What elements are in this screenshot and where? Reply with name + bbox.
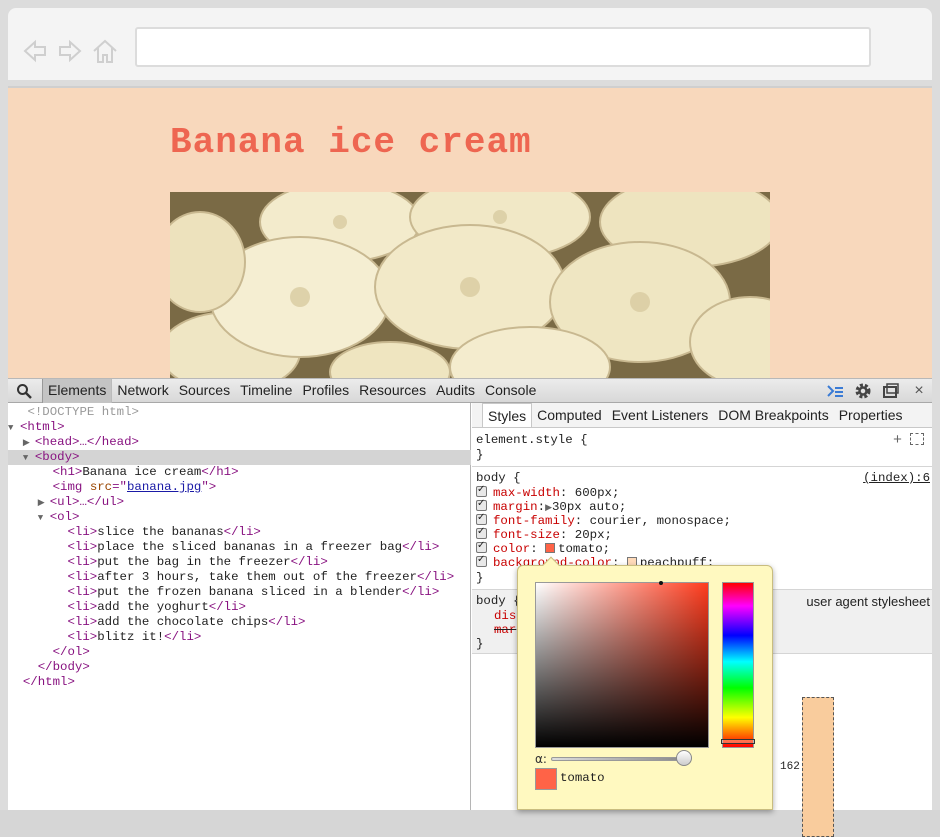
- tab-audits[interactable]: Audits: [431, 379, 480, 403]
- settings-gear-icon[interactable]: [854, 382, 872, 400]
- devtools-actions: ×: [826, 382, 928, 400]
- tab-console[interactable]: Console: [480, 379, 541, 403]
- console-drawer-icon[interactable]: [826, 382, 844, 400]
- rule-close-brace: }: [476, 637, 484, 651]
- hue-slider[interactable]: [721, 582, 755, 748]
- style-property[interactable]: font-family: courier, monospace;: [476, 512, 731, 528]
- rule-close-brace: }: [476, 571, 484, 585]
- add-rule-icon[interactable]: +: [893, 432, 902, 449]
- li-node[interactable]: <li>place the sliced bananas in a freeze…: [8, 540, 471, 555]
- close-icon[interactable]: ×: [910, 382, 928, 400]
- ua-source-label: user agent stylesheet: [806, 594, 930, 609]
- browser-window: Banana ice cream Elements Network Source…: [0, 0, 940, 837]
- li-node[interactable]: <li>put the bag in the freezer</li>: [8, 555, 471, 570]
- property-checkbox[interactable]: [476, 540, 487, 554]
- tab-timeline[interactable]: Timeline: [235, 379, 297, 403]
- box-model-diagram: [802, 697, 834, 837]
- h1-node[interactable]: <h1>Banana ice cream</h1>: [8, 465, 471, 480]
- tab-properties[interactable]: Properties: [834, 403, 908, 427]
- property-checkbox[interactable]: [476, 498, 487, 512]
- tab-sources[interactable]: Sources: [174, 379, 235, 403]
- alpha-slider-knob[interactable]: [676, 750, 692, 766]
- devtools-tabs: Elements Network Sources Timeline Profil…: [42, 379, 541, 403]
- toggle-element-state-icon[interactable]: [910, 433, 924, 445]
- li-node[interactable]: <li>after 3 hours, take them out of the …: [8, 570, 471, 585]
- ua-selector: body {: [476, 594, 521, 608]
- styles-tabs: Styles Computed Event Listeners DOM Brea…: [472, 403, 932, 428]
- rule-close-brace: }: [476, 448, 484, 462]
- current-color-swatch[interactable]: [535, 768, 557, 790]
- browser-toolbar: [8, 8, 932, 80]
- color-picker-cursor[interactable]: [659, 581, 663, 585]
- expand-triangle-icon: ▶: [545, 503, 552, 513]
- li-node[interactable]: <li>add the chocolate chips</li>: [8, 615, 471, 630]
- devtools-panel: Elements Network Sources Timeline Profil…: [8, 378, 932, 837]
- alpha-slider[interactable]: [551, 757, 687, 761]
- ol-close-node[interactable]: </ol>: [8, 645, 471, 660]
- tab-computed[interactable]: Computed: [532, 403, 607, 427]
- property-checkbox[interactable]: [476, 484, 487, 498]
- address-bar[interactable]: [135, 27, 871, 67]
- li-node[interactable]: <li>blitz it!</li>: [8, 630, 471, 645]
- collapse-triangle-icon: ▶: [22, 438, 30, 448]
- html-node[interactable]: ▼ <html>: [8, 420, 471, 435]
- current-color-name[interactable]: tomato: [560, 771, 605, 785]
- style-property[interactable]: max-width: 600px;: [476, 484, 619, 500]
- element-style-selector: element.style {: [476, 433, 588, 447]
- element-style-rule: element.style { } +: [472, 429, 932, 467]
- img-node[interactable]: <img src="banana.jpg">: [8, 480, 471, 495]
- color-picker-popover: α: tomato: [517, 556, 773, 810]
- tab-elements[interactable]: Elements: [42, 379, 113, 403]
- hue-slider-handle[interactable]: [721, 739, 755, 744]
- expand-triangle-icon: ▼: [8, 423, 14, 433]
- ua-property-overridden: mar: [494, 623, 517, 637]
- page-viewport: Banana ice cream: [8, 86, 932, 378]
- dom-tree: <!DOCTYPE html> ▼ <html> ▶ <head>…</head> …: [8, 403, 471, 810]
- ua-property: dis: [494, 609, 517, 623]
- doctype-node[interactable]: <!DOCTYPE html>: [8, 405, 471, 420]
- body-close-node[interactable]: </body>: [8, 660, 471, 675]
- tab-styles[interactable]: Styles: [482, 403, 533, 427]
- property-checkbox[interactable]: [476, 526, 487, 540]
- body-selector: body {: [476, 471, 521, 485]
- ul-node[interactable]: ▶ <ul>…</ul>: [8, 495, 471, 510]
- head-node[interactable]: ▶ <head>…</head>: [8, 435, 471, 450]
- expand-triangle-icon: ▼: [22, 453, 29, 463]
- devtools-toolbar: Elements Network Sources Timeline Profil…: [8, 378, 932, 403]
- li-node[interactable]: <li>slice the bananas</li>: [8, 525, 471, 540]
- tab-event-listeners[interactable]: Event Listeners: [607, 403, 714, 427]
- ol-node[interactable]: ▼ <ol>: [8, 510, 471, 525]
- alpha-label: α:: [535, 752, 547, 766]
- forward-arrow-icon[interactable]: [57, 38, 83, 64]
- home-icon[interactable]: [92, 38, 118, 64]
- source-link[interactable]: (index):6: [863, 471, 930, 485]
- style-property[interactable]: font-size: 20px;: [476, 526, 612, 542]
- tab-resources[interactable]: Resources: [354, 379, 431, 403]
- back-arrow-icon[interactable]: [22, 38, 48, 64]
- dock-icon[interactable]: [882, 382, 900, 400]
- li-node[interactable]: <li>put the frozen banana sliced in a bl…: [8, 585, 471, 600]
- img-src-link[interactable]: banana.jpg: [127, 480, 201, 494]
- banana-image: [170, 192, 770, 378]
- style-property[interactable]: margin:▶30px auto;: [476, 498, 626, 514]
- saturation-value-area[interactable]: [535, 581, 709, 748]
- property-checkbox[interactable]: [476, 554, 487, 568]
- html-close-node[interactable]: </html>: [8, 675, 471, 690]
- li-node[interactable]: <li>add the yoghurt</li>: [8, 600, 471, 615]
- tab-profiles[interactable]: Profiles: [297, 379, 354, 403]
- page-heading: Banana ice cream: [170, 122, 532, 163]
- property-checkbox[interactable]: [476, 512, 487, 526]
- box-model-value: 162: [780, 761, 800, 773]
- inspect-search-icon[interactable]: [16, 383, 32, 399]
- style-property[interactable]: color: tomato;: [476, 540, 610, 556]
- tab-network[interactable]: Network: [112, 379, 173, 403]
- tab-dom-breakpoints[interactable]: DOM Breakpoints: [713, 403, 833, 427]
- body-node[interactable]: ▼ <body>: [8, 450, 471, 465]
- color-swatch[interactable]: [545, 543, 556, 553]
- collapse-triangle-icon: ▶: [37, 498, 45, 508]
- expand-triangle-icon: ▼: [37, 513, 44, 523]
